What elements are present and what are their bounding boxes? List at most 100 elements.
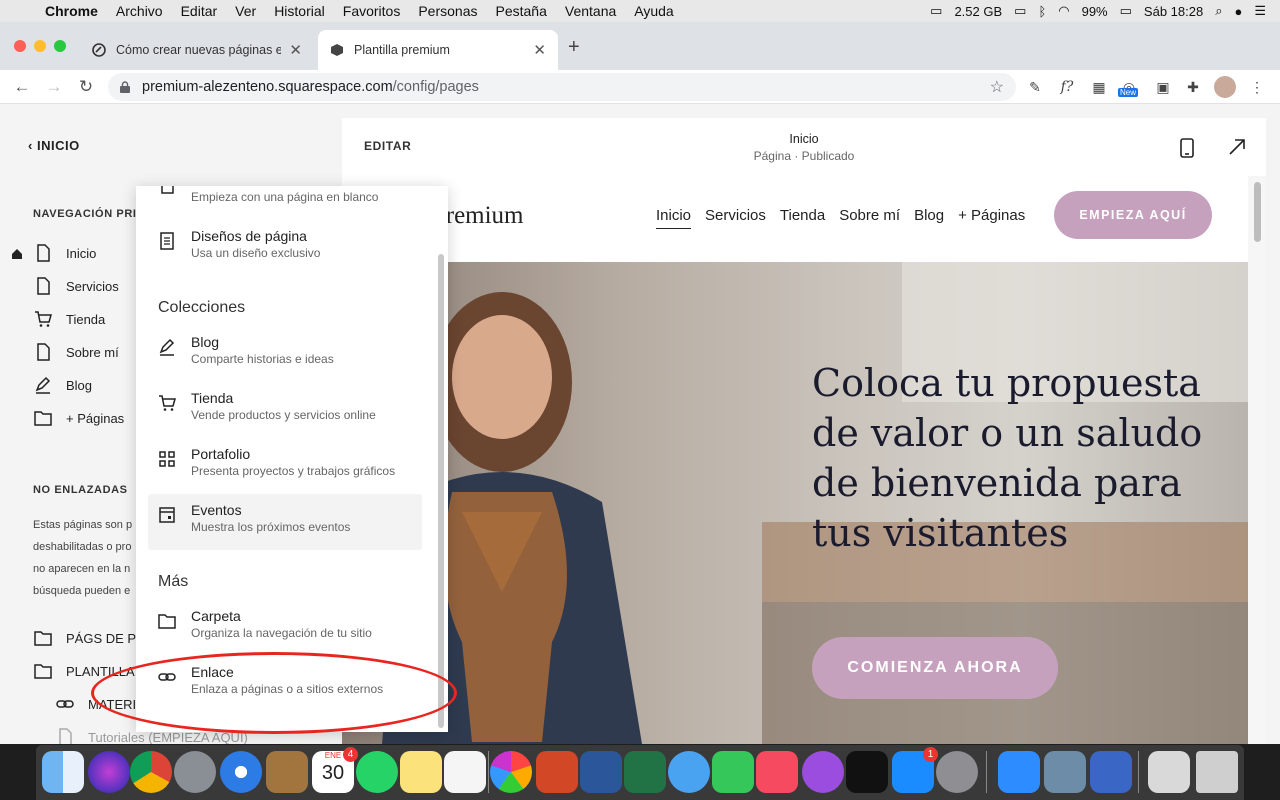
downloads-stack-icon[interactable] — [1148, 751, 1190, 793]
site-nav-tienda[interactable]: Tienda — [780, 207, 825, 229]
back-arrow-icon[interactable]: ← — [6, 77, 38, 97]
wifi-icon[interactable]: ◠ — [1058, 3, 1069, 19]
mobile-preview-icon[interactable] — [1180, 138, 1194, 158]
kebab-menu-icon[interactable]: ⋮ — [1246, 76, 1268, 98]
site-nav-servicios[interactable]: Servicios — [705, 207, 766, 229]
sidebar-item-tienda[interactable]: Tienda — [34, 310, 105, 328]
battery-status[interactable]: 99% — [1082, 4, 1108, 19]
sidebar-item-sobre-mi[interactable]: Sobre mí — [34, 343, 119, 361]
comienza-ahora-button[interactable]: COMIENZA AHORA — [812, 637, 1058, 699]
sidebar-item-servicios[interactable]: Servicios — [34, 277, 119, 295]
site-nav-inicio[interactable]: Inicio — [656, 207, 692, 229]
sidebar-item-inicio[interactable]: Inicio — [34, 244, 96, 262]
memory-icon[interactable]: ▭ — [930, 3, 942, 19]
close-tab-icon[interactable]: ✕ — [289, 41, 302, 59]
expand-arrow-icon[interactable] — [1228, 138, 1246, 156]
menu-item-carpeta[interactable]: Carpeta Organiza la navegación de tu siti… — [148, 600, 422, 656]
spotlight-search-icon[interactable]: ⌕ — [1215, 3, 1222, 19]
preview-scrollbar[interactable] — [1248, 176, 1266, 744]
menu-item-blog[interactable]: Blog Comparte historias e ideas — [148, 326, 422, 382]
reminders-icon[interactable] — [444, 751, 486, 793]
photos-icon[interactable] — [490, 751, 532, 793]
calendar-badge: 4 — [343, 747, 358, 762]
zoom-window-button[interactable] — [54, 40, 66, 52]
trash-icon[interactable] — [1196, 751, 1238, 793]
system-preferences-icon[interactable] — [936, 751, 978, 793]
menu-item-eventos[interactable]: Eventos Muestra los próximos eventos — [148, 494, 422, 550]
page-icon — [37, 277, 50, 295]
airplay-icon[interactable]: ▭ — [1014, 3, 1026, 19]
music-icon[interactable] — [756, 751, 798, 793]
site-nav-mas-paginas[interactable]: + Páginas — [958, 207, 1025, 229]
close-window-button[interactable] — [14, 40, 26, 52]
reload-icon[interactable]: ↻ — [70, 77, 102, 97]
messages-icon[interactable] — [668, 751, 710, 793]
finder-icon[interactable] — [42, 751, 84, 793]
menu-historial[interactable]: Historial — [265, 3, 334, 19]
menu-ventana[interactable]: Ventana — [556, 3, 625, 19]
menu-editar[interactable]: Editar — [172, 3, 227, 19]
sidebar-item-blog[interactable]: Blog — [34, 376, 92, 394]
preview-icon[interactable] — [1044, 751, 1086, 793]
sidebar-folder-pags[interactable]: PÁGS DE PO — [34, 629, 146, 647]
zoom-icon[interactable] — [998, 751, 1040, 793]
hint-line: no aparecen en la n — [33, 563, 131, 575]
sidebar-item-mas-paginas[interactable]: + Páginas — [34, 409, 124, 427]
menu-favoritos[interactable]: Favoritos — [334, 3, 410, 19]
excel-icon[interactable] — [624, 751, 666, 793]
eyedropper-extension-icon[interactable]: ✎ — [1024, 76, 1046, 98]
site-nav-sobre-mi[interactable]: Sobre mí — [839, 207, 900, 229]
menu-pestana[interactable]: Pestaña — [487, 3, 556, 19]
tab-plantilla[interactable]: Plantilla premium ✕ — [318, 30, 558, 70]
menu-item-layouts[interactable]: Diseños de página Usa un diseño exclusivo — [148, 220, 422, 276]
menu-item-portafolio[interactable]: Portafolio Presenta proyectos y trabajos … — [148, 438, 422, 494]
word-icon[interactable] — [580, 751, 622, 793]
contacts-icon[interactable] — [266, 751, 308, 793]
apple-tv-icon[interactable] — [846, 751, 888, 793]
menu-app-name[interactable]: Chrome — [36, 3, 107, 19]
menu-scrollbar[interactable] — [438, 254, 444, 728]
menu-item-tienda[interactable]: Tienda Vende productos y servicios online — [148, 382, 422, 438]
address-bar[interactable]: premium-alezenteno.squarespace.com/confi… — [108, 73, 1016, 101]
bluetooth-icon[interactable]: ᛒ — [1038, 4, 1046, 19]
bookmark-star-icon[interactable]: ☆ — [990, 77, 1004, 97]
tab-tutorial[interactable]: Cómo crear nuevas páginas en ✕ — [80, 30, 314, 70]
memory-status[interactable]: 2.52 GB — [954, 4, 1002, 19]
back-to-home-button[interactable]: ‹ INICIO — [28, 138, 80, 153]
app-store-icon[interactable]: 1 — [892, 747, 938, 793]
minimize-window-button[interactable] — [34, 40, 46, 52]
battery-icon[interactable]: ▭ — [1120, 3, 1132, 19]
affinity-icon[interactable] — [1090, 751, 1132, 793]
control-center-icon[interactable]: ☰ — [1254, 3, 1266, 19]
siri-icon[interactable]: ● — [1234, 4, 1242, 19]
puzzle-extensions-icon[interactable]: ✚ — [1182, 76, 1204, 98]
forward-arrow-icon[interactable]: → — [38, 77, 70, 97]
chrome-extension-new-icon[interactable]: New ◎ — [1118, 76, 1140, 98]
launchpad-icon[interactable] — [174, 751, 216, 793]
whatsapp-icon[interactable] — [356, 751, 398, 793]
menu-ver[interactable]: Ver — [226, 3, 265, 19]
profile-avatar[interactable] — [1214, 76, 1236, 98]
scrollbar-thumb[interactable] — [1254, 182, 1261, 242]
site-nav-blog[interactable]: Blog — [914, 207, 944, 229]
close-tab-icon[interactable]: ✕ — [533, 41, 546, 59]
extension-icon[interactable]: ▣ — [1152, 76, 1174, 98]
powerpoint-icon[interactable] — [536, 751, 578, 793]
menu-archivo[interactable]: Archivo — [107, 3, 172, 19]
new-tab-button[interactable]: + — [568, 36, 580, 59]
notes-icon[interactable] — [400, 751, 442, 793]
folder-icon — [158, 614, 176, 629]
menu-ayuda[interactable]: Ayuda — [625, 3, 682, 19]
clock[interactable]: Sáb 18:28 — [1144, 4, 1203, 19]
apps-grid-icon[interactable]: ▦ — [1088, 76, 1110, 98]
fonts-extension-icon[interactable]: f? — [1056, 76, 1078, 98]
empieza-aqui-button[interactable]: EMPIEZA AQUÍ — [1054, 191, 1212, 239]
calendar-app-icon[interactable]: ENE 30 4 — [312, 747, 358, 793]
chrome-icon[interactable] — [130, 751, 172, 793]
menu-personas[interactable]: Personas — [409, 3, 486, 19]
podcasts-icon[interactable] — [802, 751, 844, 793]
siri-dock-icon[interactable] — [88, 751, 130, 793]
menu-item-blank-page[interactable]: Empieza con una página en blanco — [148, 186, 422, 220]
safari-icon[interactable] — [220, 751, 262, 793]
facetime-icon[interactable] — [712, 751, 754, 793]
